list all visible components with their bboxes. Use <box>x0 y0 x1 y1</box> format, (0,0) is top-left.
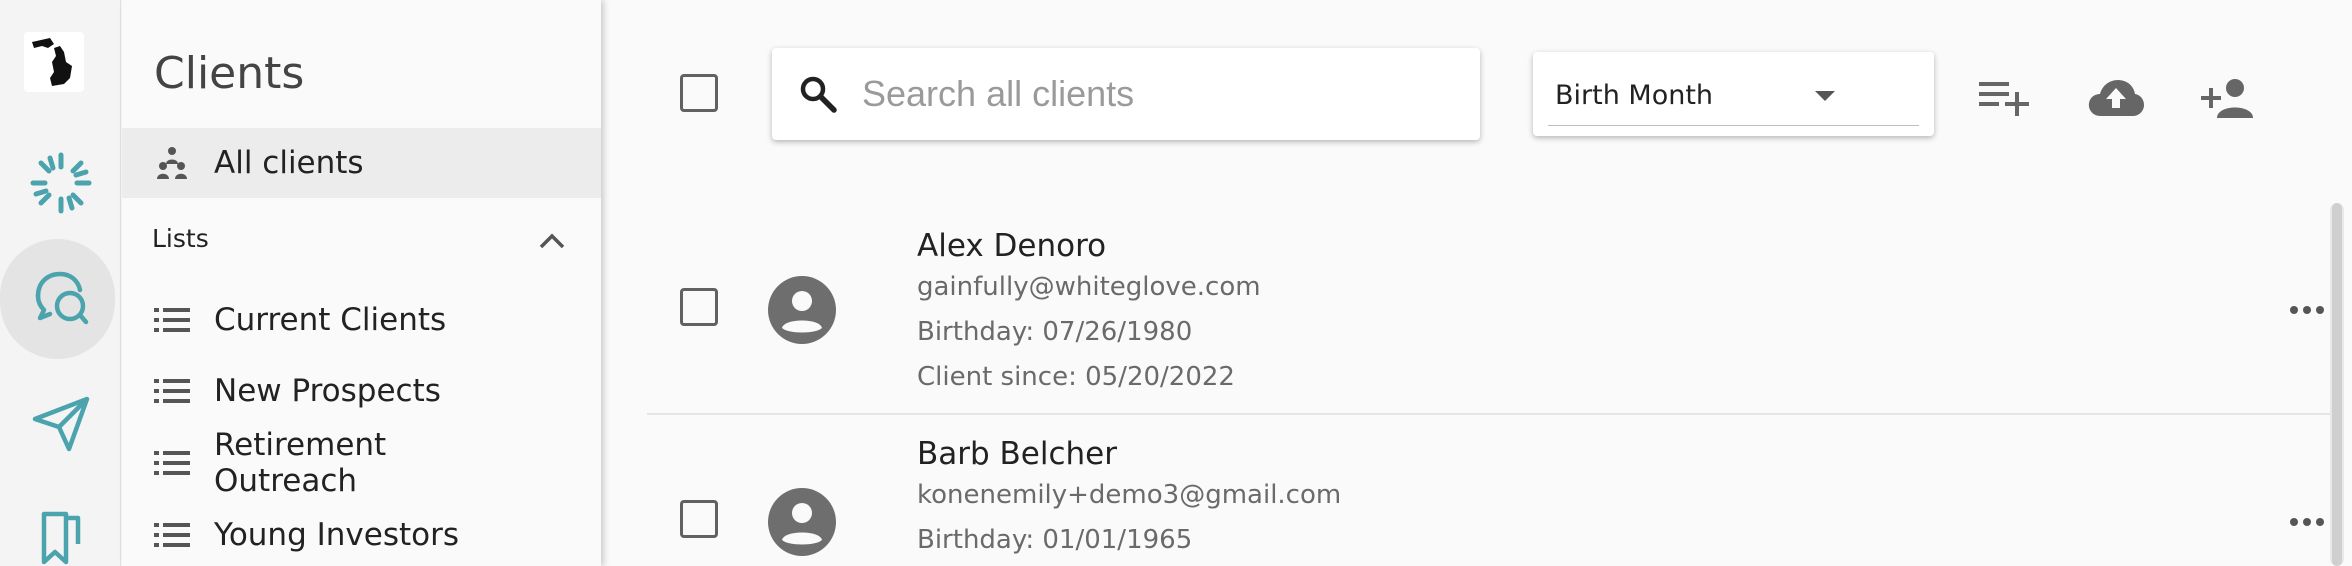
client-since: Client since: 05/20/2022 <box>917 362 1235 392</box>
client-birthday: Birthday: 01/01/1965 <box>917 525 1193 555</box>
list-icon <box>152 523 192 547</box>
list-label: Retirement Outreach <box>214 427 387 499</box>
client-row[interactable]: Barb Belcher konenemily+demo3@gmail.com … <box>647 432 2332 566</box>
sidebar-item-all-clients[interactable]: All clients <box>122 128 601 198</box>
list-label: New Prospects <box>214 373 441 409</box>
main-content: Birth Month Alex <box>602 0 2352 566</box>
add-to-list-button[interactable] <box>1975 70 2035 130</box>
clients-sidebar: Clients All clients Lists Current Client… <box>122 0 601 566</box>
client-name[interactable]: Barb Belcher <box>917 436 1117 472</box>
chevron-up-icon <box>538 232 566 254</box>
row-checkbox[interactable] <box>680 288 718 326</box>
search-input[interactable] <box>862 73 1422 115</box>
scrollbar[interactable] <box>2330 203 2344 566</box>
add-person-icon <box>2201 78 2257 122</box>
list-icon <box>152 308 192 332</box>
avatar-icon <box>768 488 836 556</box>
search-icon <box>798 74 838 114</box>
rail-bookmarks[interactable] <box>0 505 121 566</box>
client-birthday: Birthday: 07/26/1980 <box>917 317 1193 347</box>
client-email: konenemily+demo3@gmail.com <box>917 480 1342 510</box>
send-icon <box>31 393 91 457</box>
scrollbar-thumb[interactable] <box>2332 203 2342 566</box>
avatar-icon <box>768 276 836 344</box>
app-window: Clients All clients Lists Current Client… <box>0 0 2352 566</box>
sidebar-list-retirement-outreach[interactable]: Retirement Outreach <box>122 425 601 501</box>
dropdown-arrow-icon <box>1813 88 1837 107</box>
rail-send[interactable] <box>0 390 121 460</box>
list-label: Current Clients <box>214 302 447 338</box>
row-divider <box>647 413 2332 415</box>
sidebar-title: Clients <box>154 48 305 99</box>
list-label: Young Investors <box>214 517 459 553</box>
more-options-icon[interactable] <box>2287 512 2327 532</box>
add-client-button[interactable] <box>2199 70 2259 130</box>
michigan-logo-icon[interactable] <box>24 32 84 92</box>
bookmark-icon <box>36 508 86 566</box>
client-name[interactable]: Alex Denoro <box>917 228 1106 264</box>
cloud-upload-icon <box>2087 78 2145 122</box>
select-all-checkbox[interactable] <box>680 74 718 112</box>
row-checkbox[interactable] <box>680 500 718 538</box>
sidebar-list-young-investors[interactable]: Young Investors <box>122 515 601 555</box>
sort-select-value: Birth Month <box>1555 80 1714 111</box>
rail-conversations[interactable] <box>0 264 121 334</box>
chat-bubbles-icon <box>30 266 92 332</box>
select-underline <box>1548 125 1919 126</box>
list-icon <box>152 379 192 403</box>
sort-select[interactable]: Birth Month <box>1533 52 1934 136</box>
icon-rail <box>0 0 121 566</box>
client-email: gainfully@whiteglove.com <box>917 272 1261 302</box>
spinner-burst-icon <box>29 151 93 219</box>
sidebar-list-current-clients[interactable]: Current Clients <box>122 300 601 340</box>
people-group-icon <box>152 146 192 180</box>
add-to-list-icon <box>1979 78 2031 122</box>
rail-activity[interactable] <box>0 150 121 220</box>
client-row[interactable]: Alex Denoro gainfully@whiteglove.com Bir… <box>647 220 2332 412</box>
collapse-lists-button[interactable] <box>532 223 572 263</box>
search-box <box>772 48 1480 140</box>
more-options-icon[interactable] <box>2287 300 2327 320</box>
lists-header: Lists <box>152 224 209 253</box>
sidebar-list-new-prospects[interactable]: New Prospects <box>122 371 601 411</box>
list-icon <box>152 451 192 475</box>
upload-clients-button[interactable] <box>2086 70 2146 130</box>
sidebar-item-label: All clients <box>214 145 364 181</box>
